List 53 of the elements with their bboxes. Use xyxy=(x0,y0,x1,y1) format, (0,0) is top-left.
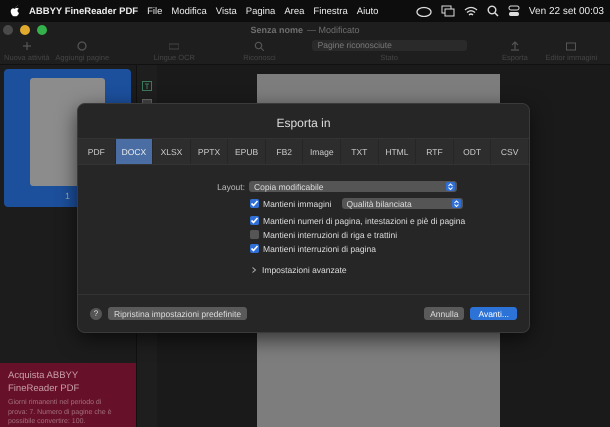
format-tab[interactable]: Image xyxy=(303,139,342,164)
format-tab[interactable]: EPUB xyxy=(228,139,266,164)
windows-icon[interactable] xyxy=(440,5,455,17)
checkbox[interactable] xyxy=(250,216,259,225)
disclosure-toggle[interactable]: Impostazioni avanzate xyxy=(251,265,347,275)
checkbox-label: Mantieni numeri di pagina, intestazioni e piè di pagina xyxy=(263,216,466,226)
menu-item[interactable]: File xyxy=(147,6,162,16)
stepper-icon[interactable] xyxy=(446,182,455,191)
help-button[interactable]: ? xyxy=(90,308,102,320)
zoom-button[interactable] xyxy=(37,25,47,35)
app-name-menu[interactable]: ABBYY FineReader PDF xyxy=(29,6,138,16)
wifi-icon[interactable] xyxy=(464,6,478,16)
next-button[interactable]: Avanti... xyxy=(470,307,517,320)
text-area-icon[interactable] xyxy=(142,81,152,91)
format-tab[interactable]: DOCX xyxy=(116,139,154,164)
menu-item[interactable]: Modifica xyxy=(171,6,207,16)
promo-title[interactable]: Acquista ABBYY FineReader PDF xyxy=(8,369,108,395)
format-tab[interactable]: TXT xyxy=(341,139,379,164)
window-title: Senza nome xyxy=(250,25,303,35)
chevron-right-icon[interactable] xyxy=(251,267,257,273)
field-label: Layout: xyxy=(216,182,245,192)
menu-item[interactable]: Pagina xyxy=(246,6,276,16)
cancel-button[interactable]: Annulla xyxy=(424,307,464,320)
minimize-button[interactable] xyxy=(20,25,30,35)
menu-item[interactable]: Area xyxy=(284,6,304,16)
checkbox[interactable] xyxy=(250,244,259,253)
format-tab[interactable]: HTML xyxy=(378,139,416,164)
status-field: Pagine riconosciute xyxy=(312,40,467,51)
quality-dropdown[interactable]: Qualità bilanciata xyxy=(342,198,462,209)
menu-item[interactable]: Vista xyxy=(216,6,237,16)
format-tab[interactable]: PPTX xyxy=(190,139,228,164)
page-number: 1 xyxy=(64,191,70,201)
search-icon[interactable] xyxy=(486,5,499,17)
menu-item[interactable]: Aiuto xyxy=(356,6,378,16)
checkbox-label: Mantieni immagini xyxy=(263,198,332,208)
apple-logo-icon[interactable] xyxy=(10,5,20,17)
control-center-icon[interactable] xyxy=(508,5,520,17)
format-tab[interactable]: RTF xyxy=(416,139,454,164)
format-tab[interactable]: ODT xyxy=(454,139,492,164)
checkbox[interactable] xyxy=(250,230,259,239)
checkbox-label: Mantieni interruzioni di pagina xyxy=(263,244,376,254)
dialog-title: Esporta in xyxy=(275,115,332,132)
layout-dropdown[interactable]: Copia modificabile xyxy=(249,181,457,192)
menu-item[interactable]: Finestra xyxy=(313,6,348,16)
reset-button[interactable]: Ripristina impostazioni predefinite xyxy=(108,307,248,320)
document-status: — Modificato xyxy=(306,25,360,35)
format-tab[interactable]: FB2 xyxy=(266,139,304,164)
format-tab[interactable]: CSV xyxy=(491,139,529,164)
checkbox-label: Mantieni interruzioni di riga e trattini xyxy=(263,230,398,240)
stepper-icon[interactable] xyxy=(452,199,460,208)
format-tab[interactable]: XLSX xyxy=(153,139,191,164)
clock: Ven 22 set 00:03 xyxy=(528,6,604,16)
checkbox[interactable] xyxy=(250,199,259,208)
